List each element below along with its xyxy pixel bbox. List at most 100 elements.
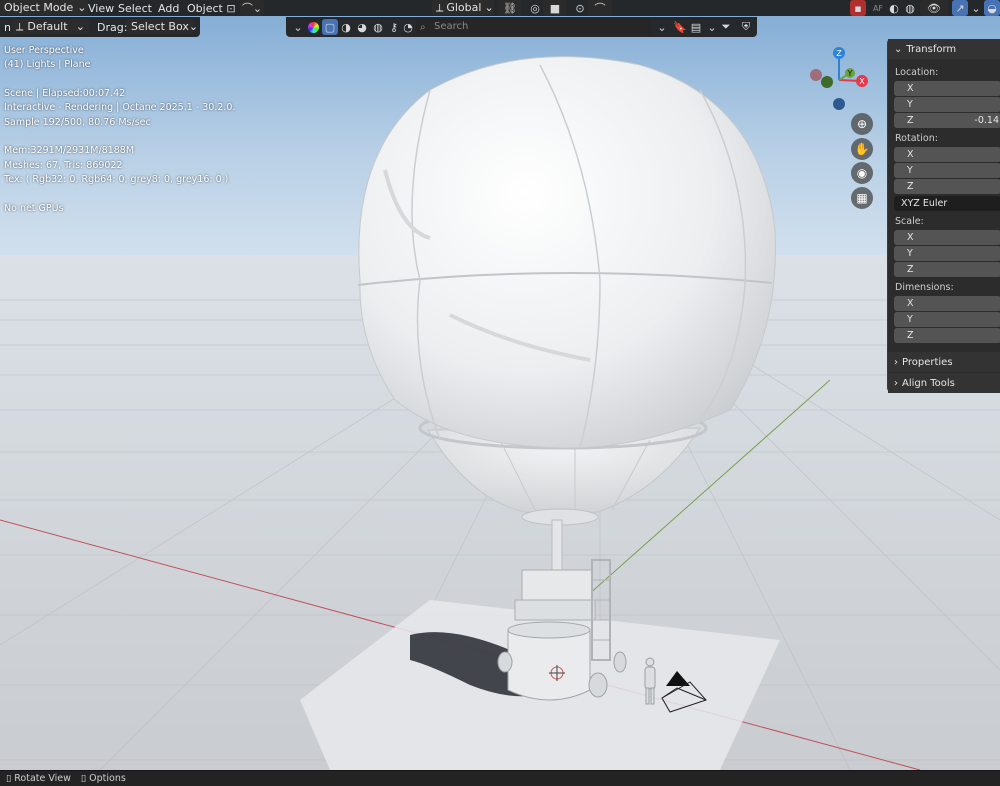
chevron-down-icon[interactable]: ⌄ xyxy=(290,19,306,35)
location-y-field[interactable]: Y xyxy=(894,97,1000,112)
overlay-net-gpus: No net GPUs xyxy=(4,203,64,214)
render-preview-icon[interactable]: ◕ xyxy=(354,19,370,35)
balloon-envelope[interactable] xyxy=(357,56,776,449)
camera-data-icon[interactable]: ◔ xyxy=(400,19,416,35)
location-z-field[interactable]: Z -0.14 xyxy=(894,113,1000,128)
overlays-toggle-button[interactable]: ◒ xyxy=(984,0,1000,16)
snap-toggle-icon[interactable]: ◎ xyxy=(527,0,543,16)
properties-title: Properties xyxy=(902,356,953,368)
link-icon: ⛓ xyxy=(503,1,517,15)
gizmo-z-label: Z xyxy=(836,49,842,58)
falloff-button[interactable]: ⌒ xyxy=(588,0,612,16)
material-preview-icon[interactable]: ◑ xyxy=(338,19,354,35)
orientation-axes-icon: ⟂ xyxy=(16,19,24,33)
gizmo-neg-x-handle[interactable] xyxy=(810,69,822,81)
color-wheel-icon[interactable] xyxy=(305,19,321,35)
navigation-gizmo[interactable]: Z Y X xyxy=(805,44,875,114)
shield-icon[interactable]: ⛨ xyxy=(738,19,754,35)
drag-label: Drag: xyxy=(97,20,128,34)
rotation-x-field[interactable]: X xyxy=(894,147,1000,162)
dimensions-z-field[interactable]: Z xyxy=(894,328,1000,343)
viewport-visibility-button[interactable]: 👁 xyxy=(920,0,948,16)
scale-y-field[interactable]: Y xyxy=(894,246,1000,261)
rotation-mode-select[interactable]: XYZ Euler xyxy=(894,196,1000,211)
tool-orientation-value: Default xyxy=(27,20,68,33)
rotate-view-hint: Rotate View xyxy=(14,773,71,784)
filter-dropdown-icon[interactable]: ⌄ xyxy=(654,19,670,35)
search-icon: ⌕ xyxy=(420,22,426,33)
menu-select[interactable]: Select xyxy=(114,0,156,16)
funnel-filter-icon[interactable]: ⏷ xyxy=(718,19,734,35)
location-x-field[interactable]: X xyxy=(894,81,1000,96)
menu-add[interactable]: Add xyxy=(154,0,183,16)
menu-object[interactable]: Object xyxy=(183,0,227,16)
gizmo-neg-y-handle[interactable] xyxy=(821,76,833,88)
viewport-header: Object Mode ⌄ View Select Add Object ⊡ ⌒… xyxy=(0,0,1000,16)
pan-view-button[interactable]: ✋ xyxy=(851,138,873,160)
rotation-z-field[interactable]: Z xyxy=(894,179,1000,194)
orientation-label: Global xyxy=(446,1,482,14)
visibility-filter-icon[interactable]: ◐ xyxy=(886,0,902,16)
mouse-icon: ▯ xyxy=(6,773,12,784)
globe-icon[interactable]: ◍ xyxy=(370,19,386,35)
af-icon[interactable]: AF xyxy=(870,0,886,16)
search-placeholder: Search xyxy=(434,21,469,32)
overlay-icon: ◒ xyxy=(987,1,997,15)
overlay-samples: Sample 192/500, 80.76 Ms/sec xyxy=(4,117,151,128)
dimensions-y-field[interactable]: Y xyxy=(894,312,1000,327)
chevron-right-icon: › xyxy=(894,356,898,368)
object-data-icon[interactable]: ⊡ xyxy=(223,0,239,16)
burner-pole[interactable] xyxy=(551,519,563,576)
falloff-curve-icon: ⌒ xyxy=(594,2,606,15)
layout-icon[interactable]: ▤ xyxy=(688,19,704,35)
zoom-view-button[interactable]: ⊕ xyxy=(851,113,873,135)
properties-panel-header[interactable]: › Properties xyxy=(888,352,1000,372)
chevron-down-icon: ⌄ xyxy=(188,20,199,33)
chevron-down-icon: ⌄ xyxy=(484,1,494,14)
square-icon: ▢ xyxy=(324,20,336,34)
gizmo-x-label: X xyxy=(859,77,865,86)
bookmark-icon[interactable]: 🔖 xyxy=(672,19,688,35)
dimensions-x-field[interactable]: X xyxy=(894,296,1000,311)
gizmo-menu-icon[interactable]: ⌄ xyxy=(968,0,984,16)
proportional-edit-icon[interactable]: ⊙ xyxy=(572,0,588,16)
mode-dropdown[interactable]: Object Mode ⌄ xyxy=(0,0,88,15)
camera-view-button[interactable]: ◉ xyxy=(851,162,873,184)
viewport-scene[interactable] xyxy=(0,0,1000,770)
mouse-icon: ▯ xyxy=(80,773,87,784)
overlay-memory: Mem:3291M/2931M/8188M xyxy=(4,145,135,156)
search-input[interactable]: ⌕ Search xyxy=(416,19,651,35)
camera-icon: ◉ xyxy=(856,166,868,180)
tool-settings-bar: n: ⟂ Default ⌄ Drag: Select Box ⌄ xyxy=(0,17,200,37)
location-label: Location: xyxy=(895,67,939,78)
tool-orientation-dropdown[interactable]: ⟂ Default ⌄ xyxy=(12,19,89,34)
rotation-label: Rotation: xyxy=(895,133,938,144)
gizmo-toggle-button[interactable]: ↗ xyxy=(952,0,968,16)
drag-mode-dropdown[interactable]: Select Box ⌄ xyxy=(127,19,198,34)
mesh-filter-icon[interactable]: ◍ xyxy=(902,0,918,16)
rotation-y-field[interactable]: Y xyxy=(894,163,1000,178)
snap-target-button[interactable]: ■ xyxy=(543,0,567,16)
overlay-meshes: Meshes: 67, Tris: 869022 xyxy=(4,160,123,171)
transform-panel-header[interactable]: ⌄ Transform xyxy=(888,39,1000,59)
align-tools-panel-header[interactable]: › Align Tools xyxy=(888,373,1000,393)
snap-options-button[interactable]: ⌒⌄ xyxy=(240,0,264,16)
menu-view[interactable]: View xyxy=(84,0,118,16)
eye-icon: 👁 xyxy=(927,1,941,15)
zoom-icon: ⊕ xyxy=(856,117,868,131)
scale-x-field[interactable]: X xyxy=(894,230,1000,245)
red-status-icon[interactable]: ▪ xyxy=(850,0,866,16)
solid-shading-button[interactable]: ▢ xyxy=(322,19,338,35)
square-icon: ■ xyxy=(549,1,561,15)
sidebar-n-panel: ⌄ Transform Location: X Y Z -0.14 Rotatio… xyxy=(887,39,1000,393)
mode-label: Object Mode xyxy=(4,1,74,14)
3d-viewport[interactable]: User Perspective (41) Lights | Plane Sce… xyxy=(0,0,1000,770)
pivot-point-button[interactable]: ⛓ xyxy=(498,0,522,16)
transform-orientation-dropdown[interactable]: ⟂ Global ⌄ xyxy=(432,0,494,15)
ortho-toggle-button[interactable]: ▦ xyxy=(851,187,873,209)
scale-z-field[interactable]: Z xyxy=(894,262,1000,277)
overlay-render-status: Interactive - Rendering | Octane 2025.1 … xyxy=(4,102,236,113)
gizmo-neg-z-handle[interactable] xyxy=(833,98,845,110)
scale-label: Scale: xyxy=(895,216,924,227)
orientation-axes-icon: ⟂ xyxy=(436,0,444,14)
